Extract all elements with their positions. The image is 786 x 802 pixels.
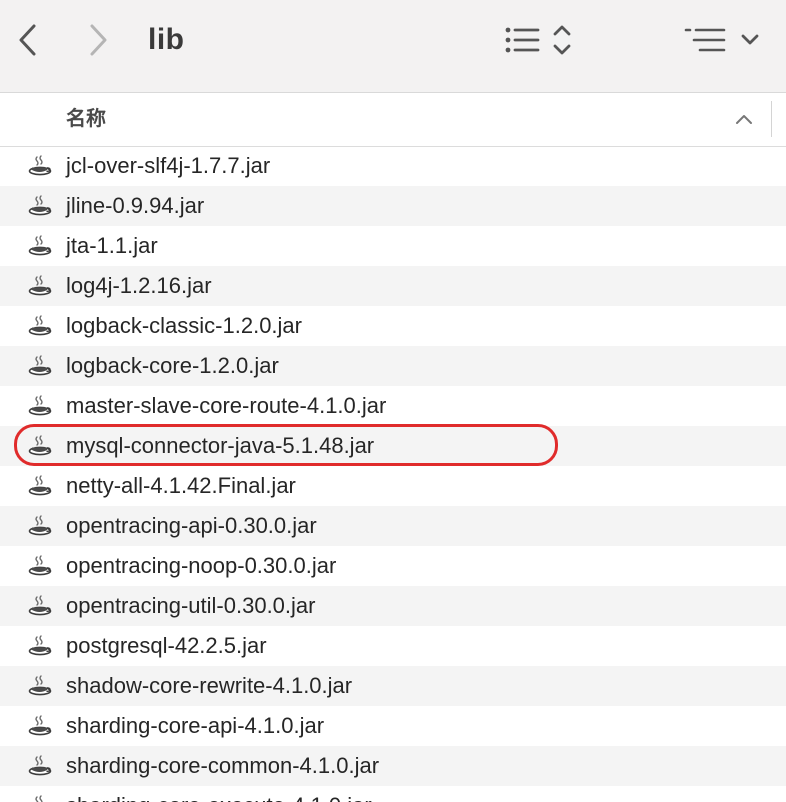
sort-toggle-button[interactable] [728,103,760,135]
file-row[interactable]: log4j-1.2.16.jar [0,266,786,306]
file-name: opentracing-api-0.30.0.jar [66,513,317,538]
back-button[interactable] [8,18,48,62]
chevron-left-icon [19,24,36,56]
file-name: shadow-core-rewrite-4.1.0.jar [66,673,353,698]
file-name: netty-all-4.1.42.Final.jar [66,473,296,498]
file-name: mysql-connector-java-5.1.48.jar [66,433,375,458]
java-jar-icon [27,434,53,458]
file-list: jcl-over-slf4j-1.7.7.jar jline-0.9.94.jar… [0,146,786,802]
file-row[interactable]: sharding-core-api-4.1.0.jar [0,706,786,746]
file-row[interactable]: jcl-over-slf4j-1.7.7.jar [0,146,786,186]
group-options-button[interactable] [680,18,764,62]
file-name: sharding-core-common-4.1.0.jar [66,753,380,778]
file-name: postgresql-42.2.5.jar [66,633,267,658]
java-jar-icon [27,714,53,738]
java-jar-icon [27,514,53,538]
file-row[interactable]: jline-0.9.94.jar [0,186,786,226]
java-jar-icon [27,394,53,418]
file-name: logback-core-1.2.0.jar [66,353,279,378]
file-name: logback-classic-1.2.0.jar [66,313,302,338]
file-name: jta-1.1.jar [66,233,158,258]
file-row[interactable]: master-slave-core-route-4.1.0.jar [0,386,786,426]
chevron-up-icon [736,115,752,124]
chevron-right-icon [90,24,107,56]
file-name: jcl-over-slf4j-1.7.7.jar [66,153,271,178]
toolbar: lib [0,0,786,93]
java-jar-icon [27,314,53,338]
group-options-icon [684,28,759,52]
java-jar-icon [27,674,53,698]
file-row[interactable]: sharding-core-common-4.1.0.jar [0,746,786,786]
view-options-button[interactable] [498,18,580,62]
file-row[interactable]: logback-core-1.2.0.jar [0,346,786,386]
file-row[interactable]: shadow-core-rewrite-4.1.0.jar [0,666,786,706]
file-row[interactable]: opentracing-util-0.30.0.jar [0,586,786,626]
file-row[interactable]: sharding-core-execute-4.1.0.jar [0,786,786,802]
java-jar-icon [27,554,53,578]
finder-window: lib 名称 jcl-over-slf4j-1.7.7.jar jline-0.… [0,0,786,802]
column-header: 名称 [0,93,786,147]
java-jar-icon [27,274,53,298]
java-jar-icon [27,154,53,178]
java-jar-icon [27,794,53,802]
file-row[interactable]: jta-1.1.jar [0,226,786,266]
java-jar-icon [27,754,53,778]
java-jar-icon [27,594,53,618]
file-name: master-slave-core-route-4.1.0.jar [66,393,387,418]
java-jar-icon [27,474,53,498]
file-row[interactable]: postgresql-42.2.5.jar [0,626,786,666]
java-jar-icon [27,194,53,218]
file-name: sharding-core-execute-4.1.0.jar [66,786,372,802]
file-name: sharding-core-api-4.1.0.jar [66,713,325,738]
file-row[interactable]: opentracing-noop-0.30.0.jar [0,546,786,586]
column-divider[interactable] [771,101,772,137]
file-row[interactable]: mysql-connector-java-5.1.48.jar [0,426,786,466]
file-row[interactable]: logback-classic-1.2.0.jar [0,306,786,346]
java-jar-icon [27,234,53,258]
java-jar-icon [27,354,53,378]
file-name: log4j-1.2.16.jar [66,273,212,298]
file-name: opentracing-noop-0.30.0.jar [66,553,337,578]
file-row[interactable]: netty-all-4.1.42.Final.jar [0,466,786,506]
file-name: jline-0.9.94.jar [66,193,205,218]
name-column-header[interactable]: 名称 [66,93,106,146]
forward-button[interactable] [78,18,118,62]
list-view-icon [505,25,571,55]
file-name: opentracing-util-0.30.0.jar [66,593,316,618]
file-row[interactable]: opentracing-api-0.30.0.jar [0,506,786,546]
java-jar-icon [27,634,53,658]
window-title: lib [148,23,185,56]
